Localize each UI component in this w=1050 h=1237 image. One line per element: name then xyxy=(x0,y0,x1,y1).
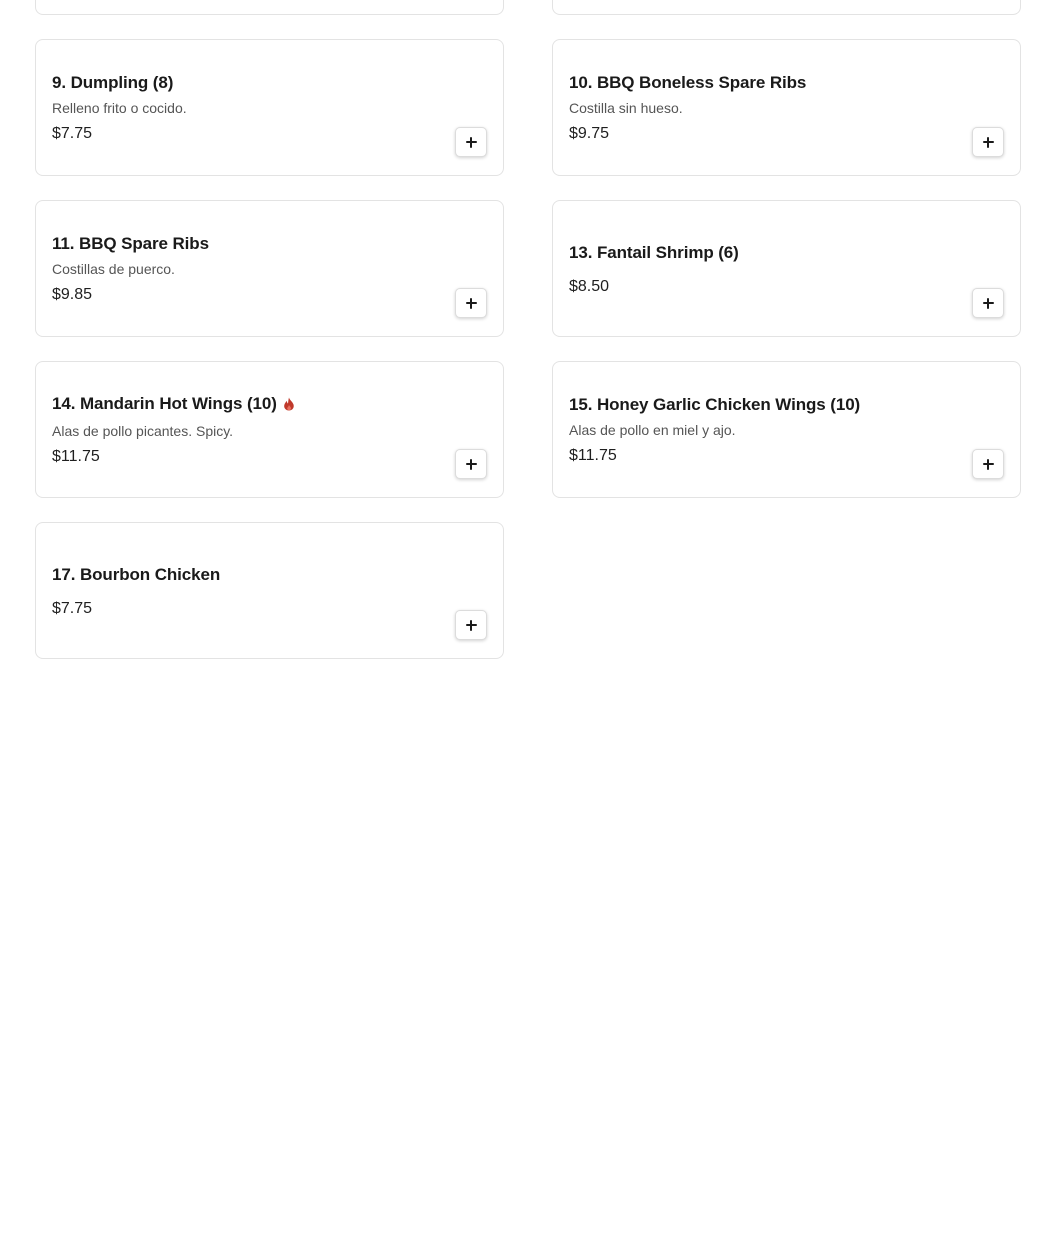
menu-item-card[interactable]: 15. Honey Garlic Chicken Wings (10) Alas… xyxy=(552,361,1021,498)
add-button[interactable] xyxy=(455,449,487,479)
item-title: 13. Fantail Shrimp (6) xyxy=(569,243,739,262)
item-price: $9.85 xyxy=(52,286,93,303)
item-description: Costilla sin hueso. xyxy=(569,100,683,116)
add-button[interactable] xyxy=(455,610,487,640)
menu-item-card[interactable]: 17. Bourbon Chicken $7.75 xyxy=(35,522,504,659)
menu-item-card[interactable]: 13. Fantail Shrimp (6) $8.50 xyxy=(552,200,1021,337)
item-description: Relleno frito o cocido. xyxy=(52,100,187,116)
add-button[interactable] xyxy=(455,127,487,157)
add-button[interactable] xyxy=(972,449,1004,479)
plus-icon xyxy=(982,136,994,148)
plus-icon xyxy=(465,619,477,631)
menu-item-card-partial[interactable] xyxy=(35,0,504,15)
item-price: $8.50 xyxy=(569,278,610,295)
item-title-row: 14. Mandarin Hot Wings (10) xyxy=(52,394,295,414)
plus-icon xyxy=(982,297,994,309)
item-price: $7.75 xyxy=(52,125,93,142)
item-description: Costillas de puerco. xyxy=(52,261,175,277)
item-price: $7.75 xyxy=(52,600,93,617)
item-title: 10. BBQ Boneless Spare Ribs xyxy=(569,73,807,92)
plus-icon xyxy=(465,458,477,470)
menu-item-card[interactable]: 10. BBQ Boneless Spare Ribs Costilla sin… xyxy=(552,39,1021,176)
flame-icon xyxy=(283,397,294,411)
add-button[interactable] xyxy=(972,127,1004,157)
item-description: Alas de pollo picantes. Spicy. xyxy=(52,423,234,439)
item-price: $9.75 xyxy=(569,125,610,142)
menu-page: 9. Dumpling (8) Relleno frito o cocido. … xyxy=(0,0,1050,1237)
item-description: Alas de pollo en miel y ajo. xyxy=(569,422,736,438)
plus-icon xyxy=(982,458,994,470)
plus-icon xyxy=(465,136,477,148)
plus-icon xyxy=(465,297,477,309)
menu-item-card-partial[interactable] xyxy=(552,0,1021,15)
item-price: $11.75 xyxy=(52,448,100,465)
menu-item-card[interactable]: 9. Dumpling (8) Relleno frito o cocido. … xyxy=(35,39,504,176)
item-title: 15. Honey Garlic Chicken Wings (10) xyxy=(569,395,861,414)
item-title: 11. BBQ Spare Ribs xyxy=(52,234,209,253)
menu-item-card[interactable]: 11. BBQ Spare Ribs Costillas de puerco. … xyxy=(35,200,504,337)
add-button[interactable] xyxy=(455,288,487,318)
item-title: 9. Dumpling (8) xyxy=(52,73,174,92)
add-button[interactable] xyxy=(972,288,1004,318)
item-price: $11.75 xyxy=(569,447,617,464)
item-title: 17. Bourbon Chicken xyxy=(52,565,221,584)
menu-item-card[interactable]: 14. Mandarin Hot Wings (10) Alas de poll… xyxy=(35,361,504,498)
item-title: 14. Mandarin Hot Wings (10) xyxy=(52,394,277,413)
